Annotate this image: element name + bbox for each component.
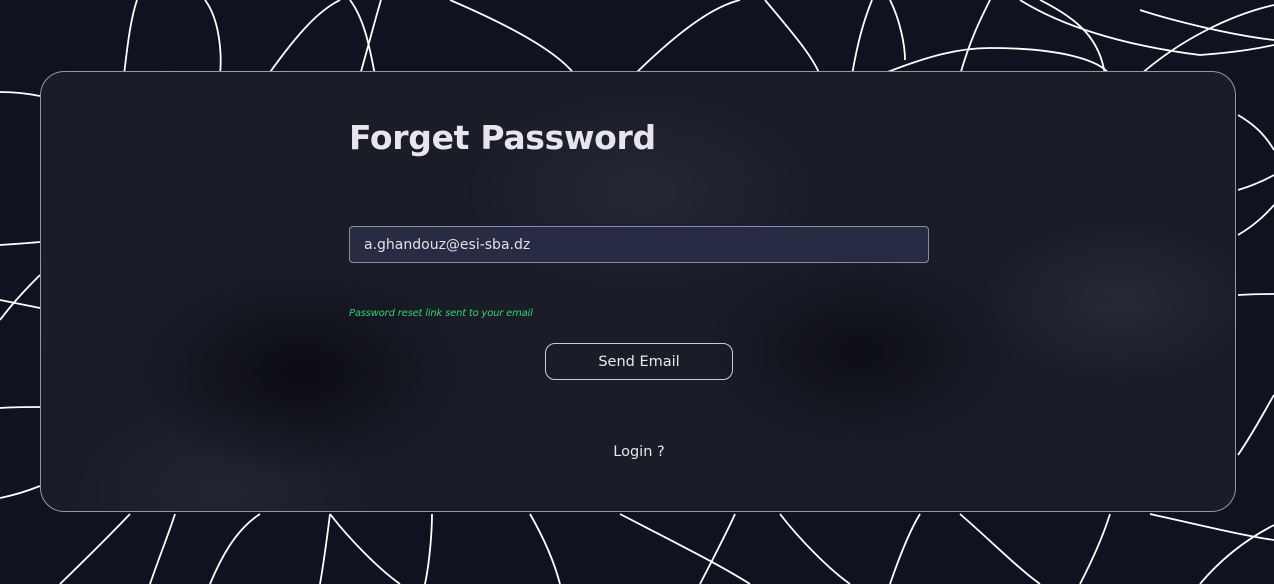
status-message: Password reset link sent to your email (349, 308, 533, 319)
email-field[interactable] (349, 226, 929, 263)
login-link[interactable]: Login ? (41, 444, 1235, 460)
page-title: Forget Password (349, 118, 656, 157)
forget-password-card: Forget Password Password reset link sent… (40, 71, 1236, 512)
send-email-button[interactable]: Send Email (545, 343, 733, 380)
